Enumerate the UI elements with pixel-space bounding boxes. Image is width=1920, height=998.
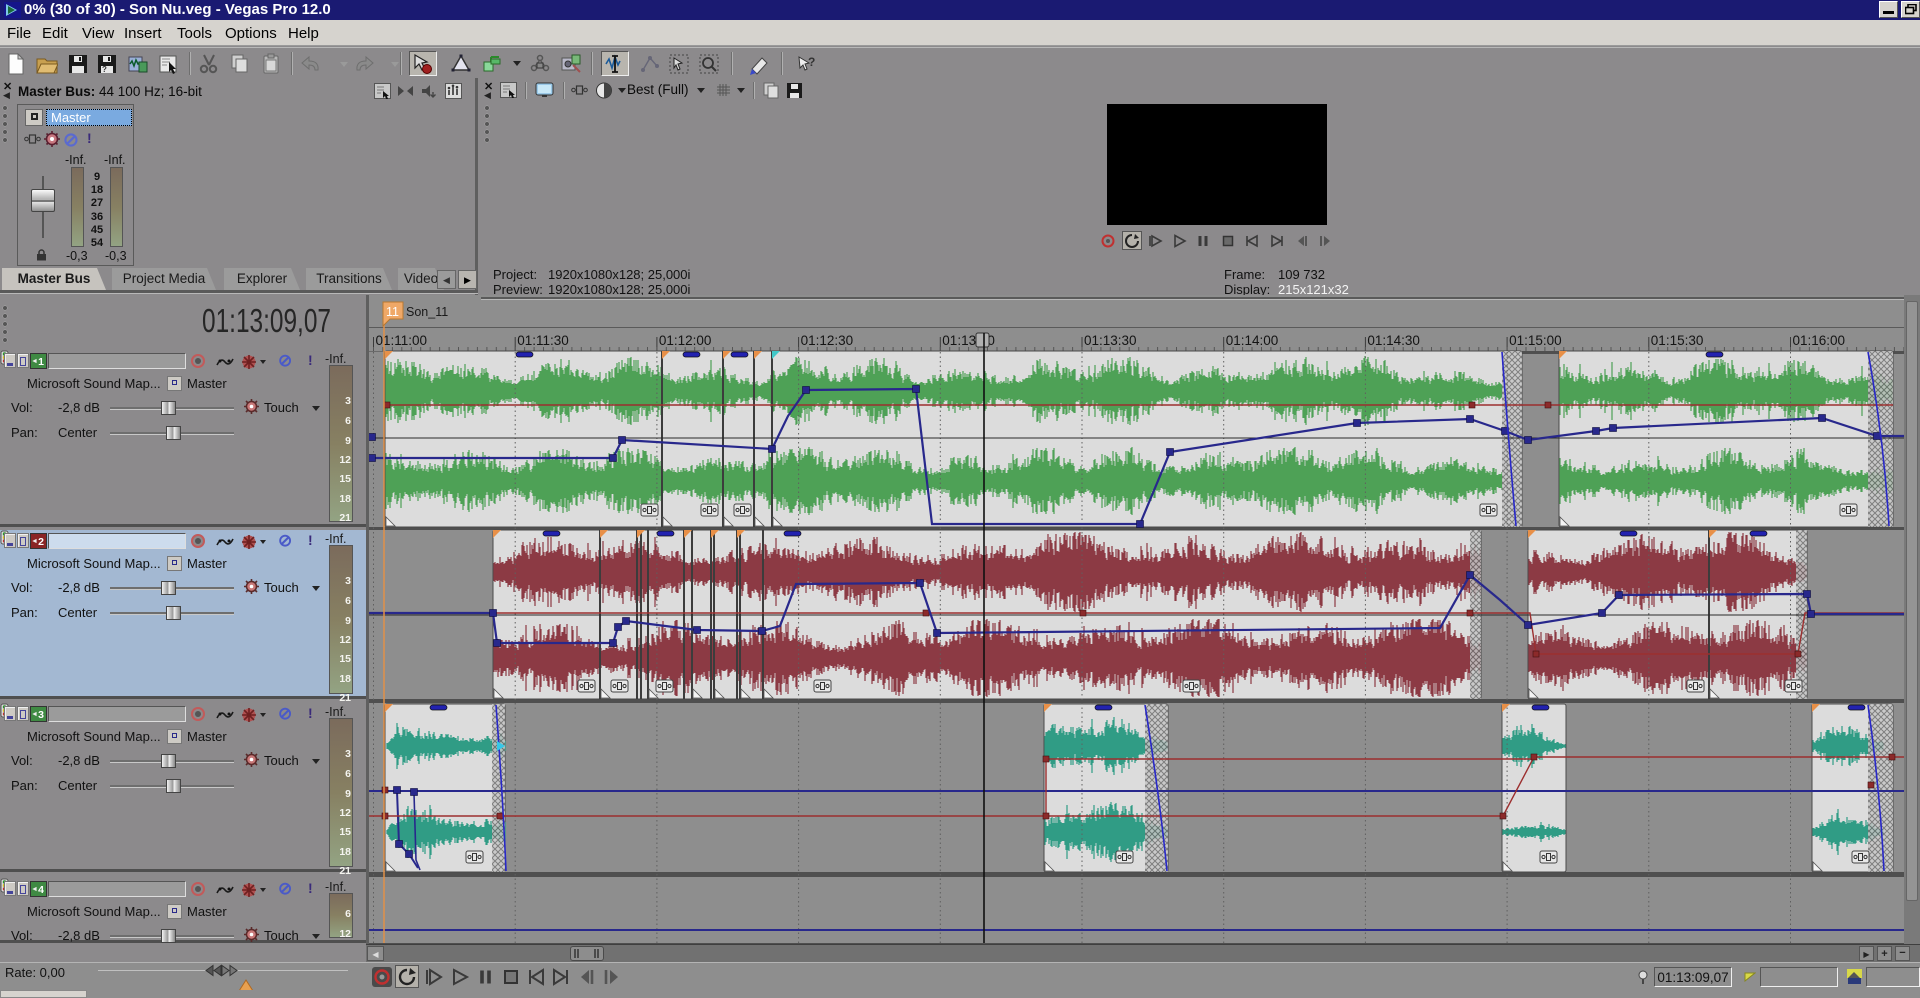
- svg-text:01:12:00: 01:12:00: [659, 333, 712, 348]
- svg-text:01:13:30: 01:13:30: [1084, 333, 1137, 348]
- svg-text:01:14:30: 01:14:30: [1367, 333, 1420, 348]
- svg-text:01:12:30: 01:12:30: [801, 333, 854, 348]
- svg-text:01:15:00: 01:15:00: [1509, 333, 1562, 348]
- svg-text:01:11:00: 01:11:00: [376, 333, 428, 348]
- svg-text:01:11:30: 01:11:30: [517, 333, 569, 348]
- svg-text:01:16:00: 01:16:00: [1793, 333, 1846, 348]
- svg-text:Son_11: Son_11: [406, 305, 448, 319]
- svg-text:01:14:00: 01:14:00: [1226, 333, 1279, 348]
- svg-text:?: ?: [808, 55, 815, 69]
- svg-text:?: ?: [102, 65, 107, 74]
- svg-text:01:15:30: 01:15:30: [1651, 333, 1704, 348]
- svg-text:11: 11: [386, 305, 399, 319]
